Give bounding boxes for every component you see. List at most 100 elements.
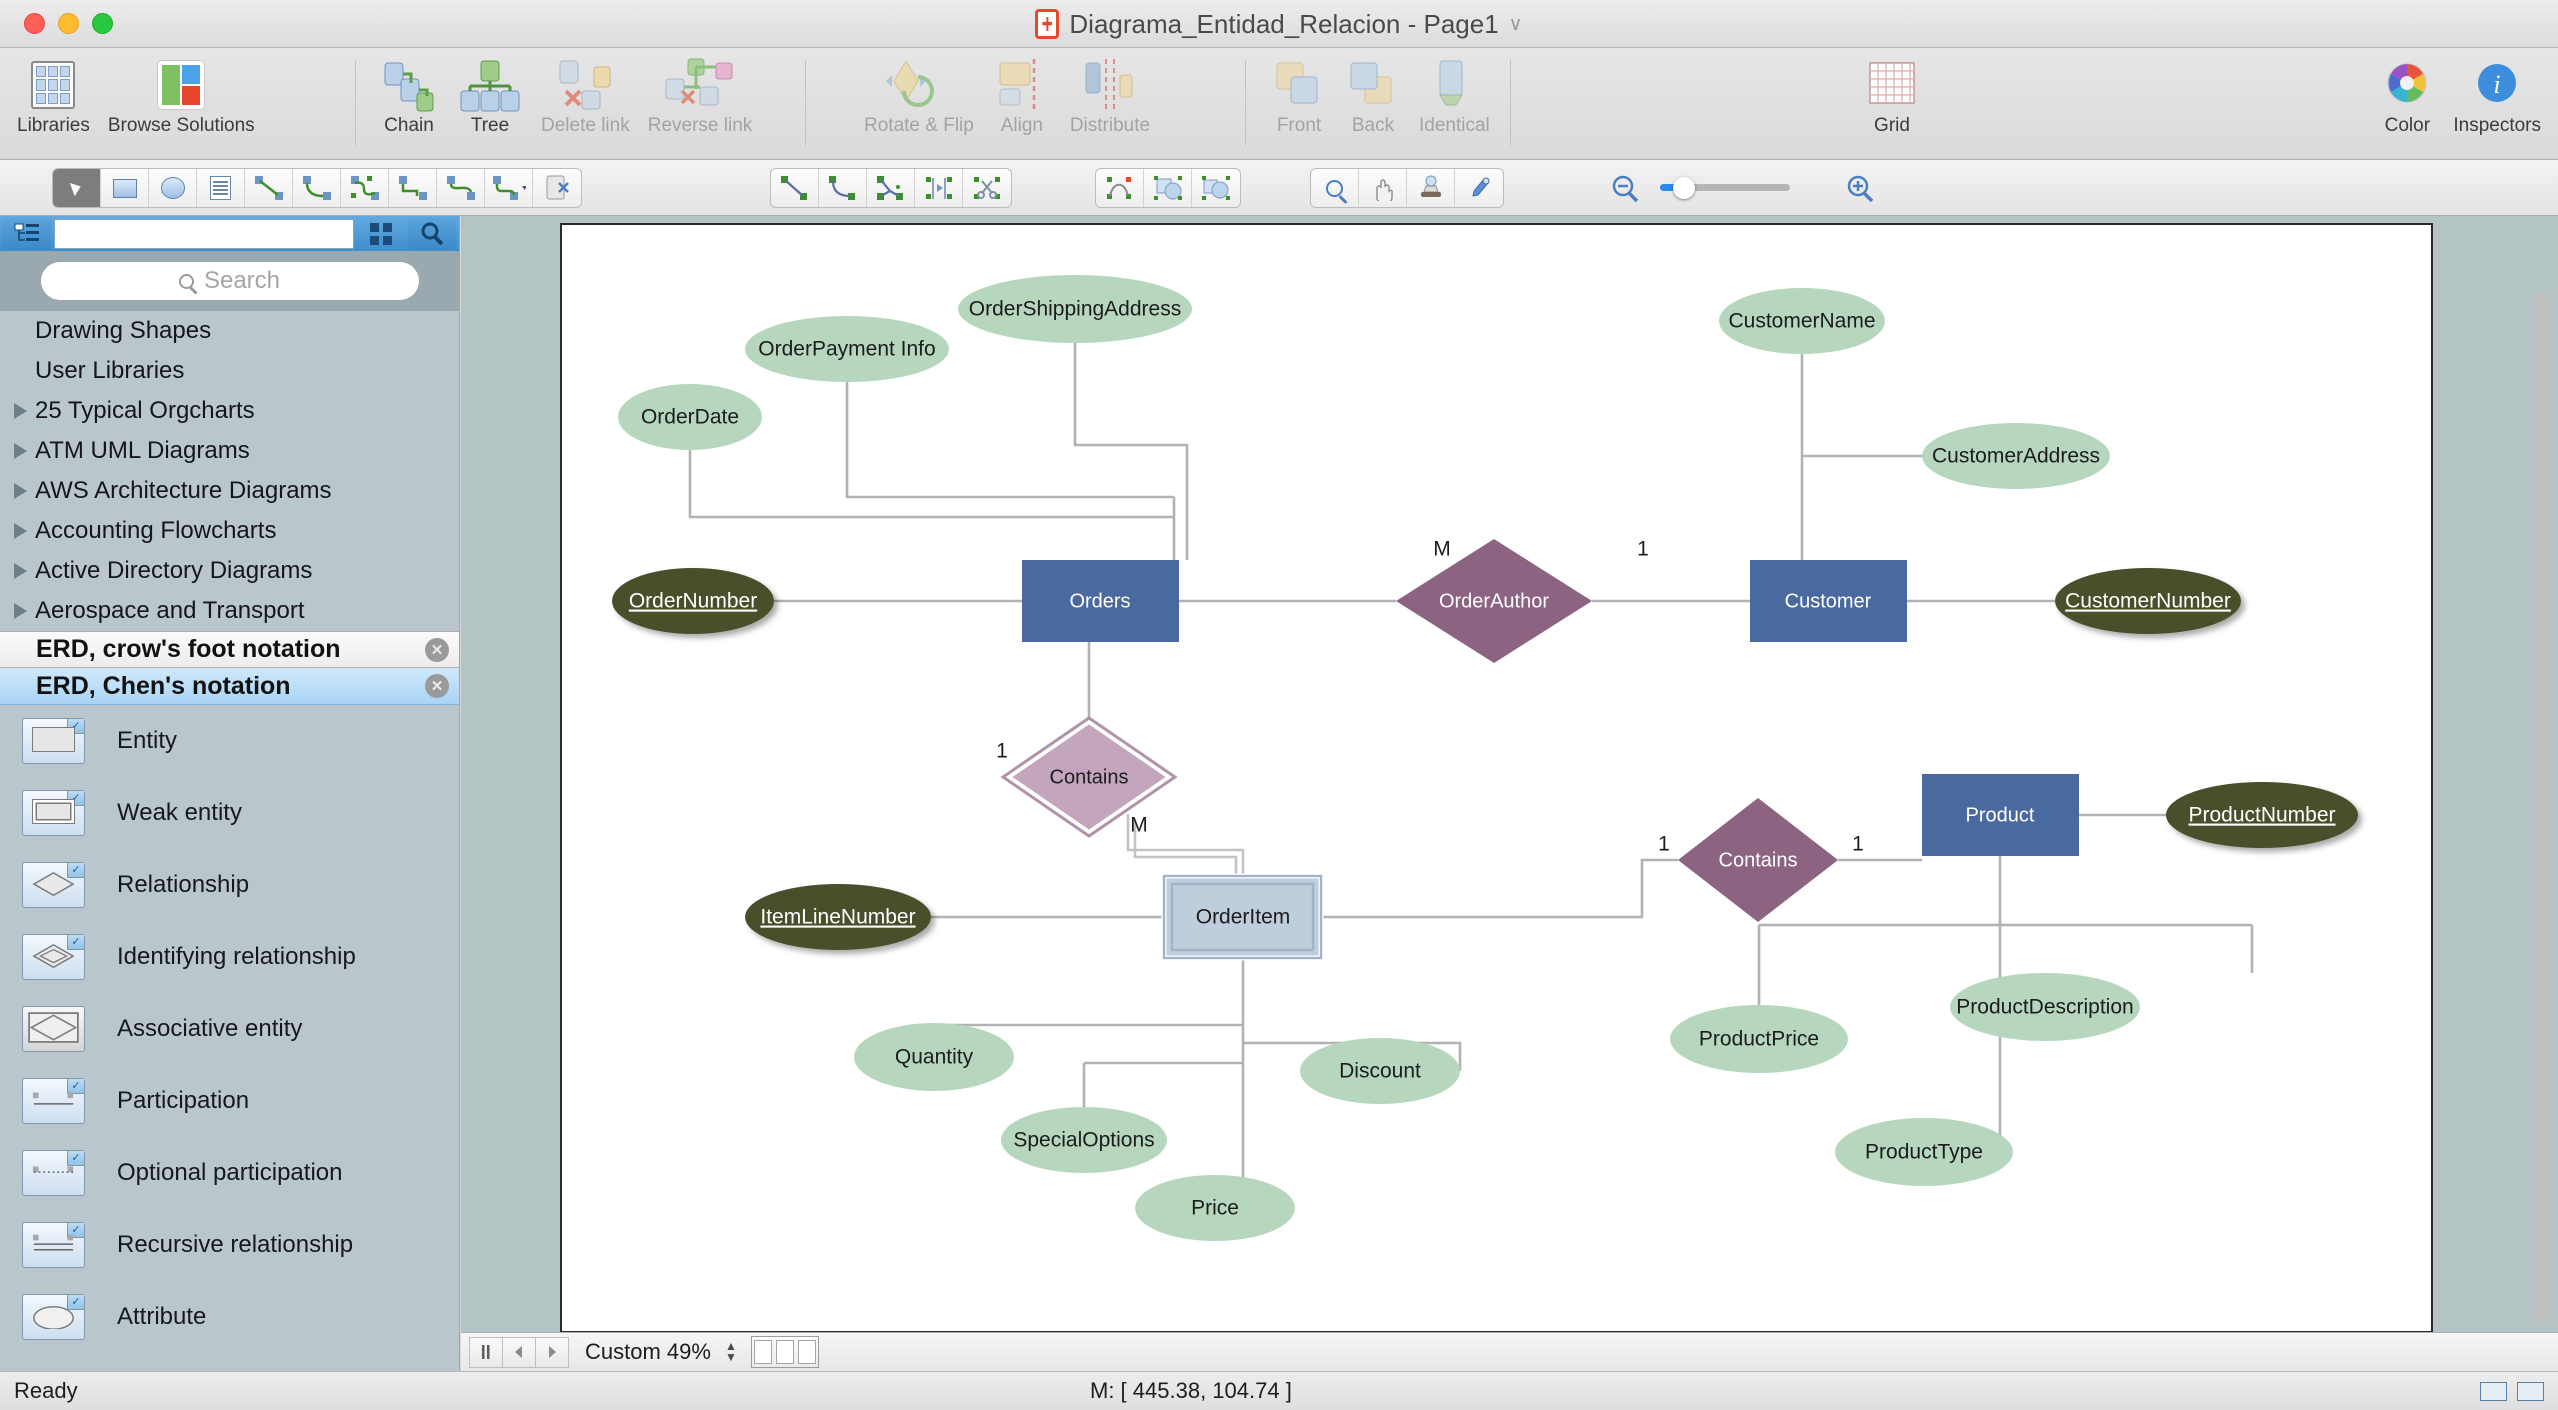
page-layout-button[interactable] bbox=[750, 1336, 819, 1368]
shape-item-entity[interactable]: ✓ Entity bbox=[0, 705, 459, 777]
zoom-stepper[interactable]: ▲ ▼ bbox=[725, 1340, 737, 1363]
open-library-crowsfoot[interactable]: ERD, crow's foot notation ✕ bbox=[0, 631, 459, 668]
relationship-shape-icon: ✓ bbox=[22, 862, 85, 908]
delete-connector-button[interactable] bbox=[533, 169, 581, 207]
shape-item-recursive-relationship[interactable]: ✓ Recursive relationship bbox=[0, 1209, 459, 1281]
next-page-button[interactable] bbox=[535, 1336, 569, 1368]
chevron-right-icon[interactable] bbox=[14, 563, 27, 579]
ribbon-button-align[interactable]: Align bbox=[983, 54, 1061, 136]
diagram-page[interactable]: OrderNumber CustomerNumber ItemLineNumbe… bbox=[560, 223, 2433, 1333]
ribbon-label-color: Color bbox=[2384, 115, 2431, 136]
arc-connector-button[interactable] bbox=[293, 169, 341, 207]
zoom-out-button[interactable] bbox=[1610, 174, 1642, 209]
library-item-accounting-flowcharts[interactable]: Accounting Flowcharts bbox=[0, 511, 459, 551]
library-item-aws-architecture-diagrams[interactable]: AWS Architecture Diagrams bbox=[0, 471, 459, 511]
chevron-right-icon[interactable] bbox=[14, 403, 27, 419]
shape-item-relationship[interactable]: ✓ Relationship bbox=[0, 849, 459, 921]
chevron-right-icon[interactable] bbox=[14, 443, 27, 459]
library-item-user-libraries[interactable]: User Libraries bbox=[0, 351, 459, 391]
ribbon-button-rotate-flip[interactable]: Rotate & Flip bbox=[855, 54, 983, 136]
direct-connector-button[interactable] bbox=[245, 169, 293, 207]
relationship-label: OrderAuthor bbox=[1439, 590, 1549, 612]
cardinality-label: 1 bbox=[1658, 833, 1670, 856]
stamp-tool-button[interactable] bbox=[1407, 169, 1455, 207]
tree-view-button[interactable] bbox=[3, 218, 51, 249]
canvas-vertical-scrollbar[interactable] bbox=[2530, 222, 2552, 1339]
text-tool-button[interactable] bbox=[197, 169, 245, 207]
zoom-level-value[interactable]: Custom 49% bbox=[585, 1339, 711, 1365]
chevron-right-icon[interactable] bbox=[14, 603, 27, 619]
shape-item-attribute[interactable]: ✓ Attribute bbox=[0, 1281, 459, 1353]
panel-search-button[interactable] bbox=[408, 218, 456, 249]
page-layout-icon bbox=[753, 1340, 772, 1364]
associative-entity-shape-icon bbox=[22, 1006, 85, 1052]
zoom-slider-handle[interactable] bbox=[1673, 177, 1695, 199]
shape-union-button[interactable] bbox=[1144, 169, 1192, 207]
shape-item-optional-participation[interactable]: ✓ Optional participation bbox=[0, 1137, 459, 1209]
shape-edit-button[interactable] bbox=[1096, 169, 1144, 207]
arc-tool-button[interactable] bbox=[819, 169, 867, 207]
ribbon-button-browse-solutions[interactable]: Browse Solutions bbox=[99, 54, 264, 136]
ribbon-button-inspectors[interactable]: i Inspectors bbox=[2444, 54, 2550, 136]
ribbon-button-tree[interactable]: Tree bbox=[448, 54, 532, 136]
pause-button[interactable] bbox=[469, 1336, 503, 1368]
close-icon[interactable]: ✕ bbox=[425, 674, 449, 698]
scrollbar-thumb[interactable] bbox=[2533, 292, 2550, 1322]
stepper-down-icon[interactable]: ▼ bbox=[725, 1351, 737, 1363]
right-angle-connector-button[interactable] bbox=[389, 169, 437, 207]
grid-view-button[interactable] bbox=[357, 218, 405, 249]
fit-page-icon[interactable] bbox=[2480, 1381, 2507, 1401]
curve-connector-button[interactable] bbox=[437, 169, 485, 207]
ribbon-button-delete-link[interactable]: Delete link bbox=[532, 54, 639, 136]
eyedropper-button[interactable] bbox=[1455, 169, 1503, 207]
library-item-drawing-shapes[interactable]: Drawing Shapes bbox=[0, 311, 459, 351]
ribbon-button-libraries[interactable]: Libraries bbox=[8, 54, 99, 136]
pointer-tool-button[interactable] bbox=[53, 169, 101, 207]
ribbon-label-rotate-flip: Rotate & Flip bbox=[864, 115, 974, 136]
shape-item-associative-entity[interactable]: Associative entity bbox=[0, 993, 459, 1065]
smart-connector-button[interactable] bbox=[341, 169, 389, 207]
close-icon[interactable]: ✕ bbox=[425, 637, 449, 662]
rounded-connector-button[interactable] bbox=[485, 169, 533, 207]
library-item-aerospace-and-transport[interactable]: Aerospace and Transport bbox=[0, 591, 459, 631]
full-screen-icon[interactable] bbox=[2517, 1381, 2544, 1401]
search-input[interactable]: Search bbox=[40, 262, 419, 300]
prev-page-button[interactable] bbox=[502, 1336, 536, 1368]
library-item-25-typical-orgcharts[interactable]: 25 Typical Orgcharts bbox=[0, 391, 459, 431]
color-wheel-icon bbox=[2379, 54, 2435, 116]
ribbon-button-identical[interactable]: Identical bbox=[1410, 54, 1499, 136]
shape-item-participation[interactable]: ✓ Participation bbox=[0, 1065, 459, 1137]
ribbon-button-front[interactable]: Front bbox=[1262, 54, 1336, 136]
attribute-label: ProductDescription bbox=[1956, 996, 2133, 1019]
line-tool-button[interactable] bbox=[771, 169, 819, 207]
polyline-tool-button[interactable] bbox=[867, 169, 915, 207]
next-page-icon bbox=[549, 1346, 556, 1358]
document-icon bbox=[1035, 9, 1060, 39]
search-row: Search bbox=[0, 251, 459, 311]
ribbon-button-chain[interactable]: Chain bbox=[370, 54, 448, 136]
library-filter-input[interactable] bbox=[54, 218, 354, 249]
chevron-right-icon[interactable] bbox=[14, 483, 27, 499]
scissors-button[interactable] bbox=[963, 169, 1011, 207]
shape-group-button[interactable] bbox=[1192, 169, 1240, 207]
ribbon-button-reverse-link[interactable]: Reverse link bbox=[639, 54, 762, 136]
shape-item-weak-entity[interactable]: ✓ Weak entity bbox=[0, 777, 459, 849]
hand-tool-button[interactable] bbox=[1359, 169, 1407, 207]
library-item-atm-uml-diagrams[interactable]: ATM UML Diagrams bbox=[0, 431, 459, 471]
canvas-area[interactable]: OrderNumber CustomerNumber ItemLineNumbe… bbox=[461, 216, 2558, 1371]
rectangle-tool-button[interactable] bbox=[101, 169, 149, 207]
ribbon-button-back[interactable]: Back bbox=[1336, 54, 1410, 136]
zoom-in-button[interactable] bbox=[1845, 174, 1877, 209]
shape-item-identifying-relationship[interactable]: ✓ Identifying relationship bbox=[0, 921, 459, 993]
zoom-tool-button[interactable] bbox=[1311, 169, 1359, 207]
ribbon-button-distribute[interactable]: Distribute bbox=[1061, 54, 1159, 136]
library-item-active-directory-diagrams[interactable]: Active Directory Diagrams bbox=[0, 551, 459, 591]
ellipse-tool-button[interactable] bbox=[149, 169, 197, 207]
edit-points-button[interactable] bbox=[915, 169, 963, 207]
ribbon-button-color[interactable]: Color bbox=[2370, 54, 2444, 136]
open-library-chens-notation[interactable]: ERD, Chen's notation ✕ bbox=[0, 668, 459, 705]
chevron-down-icon[interactable]: ∨ bbox=[1509, 13, 1523, 36]
er-diagram[interactable]: OrderNumber CustomerNumber ItemLineNumbe… bbox=[562, 225, 2433, 1333]
chevron-right-icon[interactable] bbox=[14, 523, 27, 539]
ribbon-button-grid[interactable]: Grid bbox=[1855, 54, 1929, 136]
